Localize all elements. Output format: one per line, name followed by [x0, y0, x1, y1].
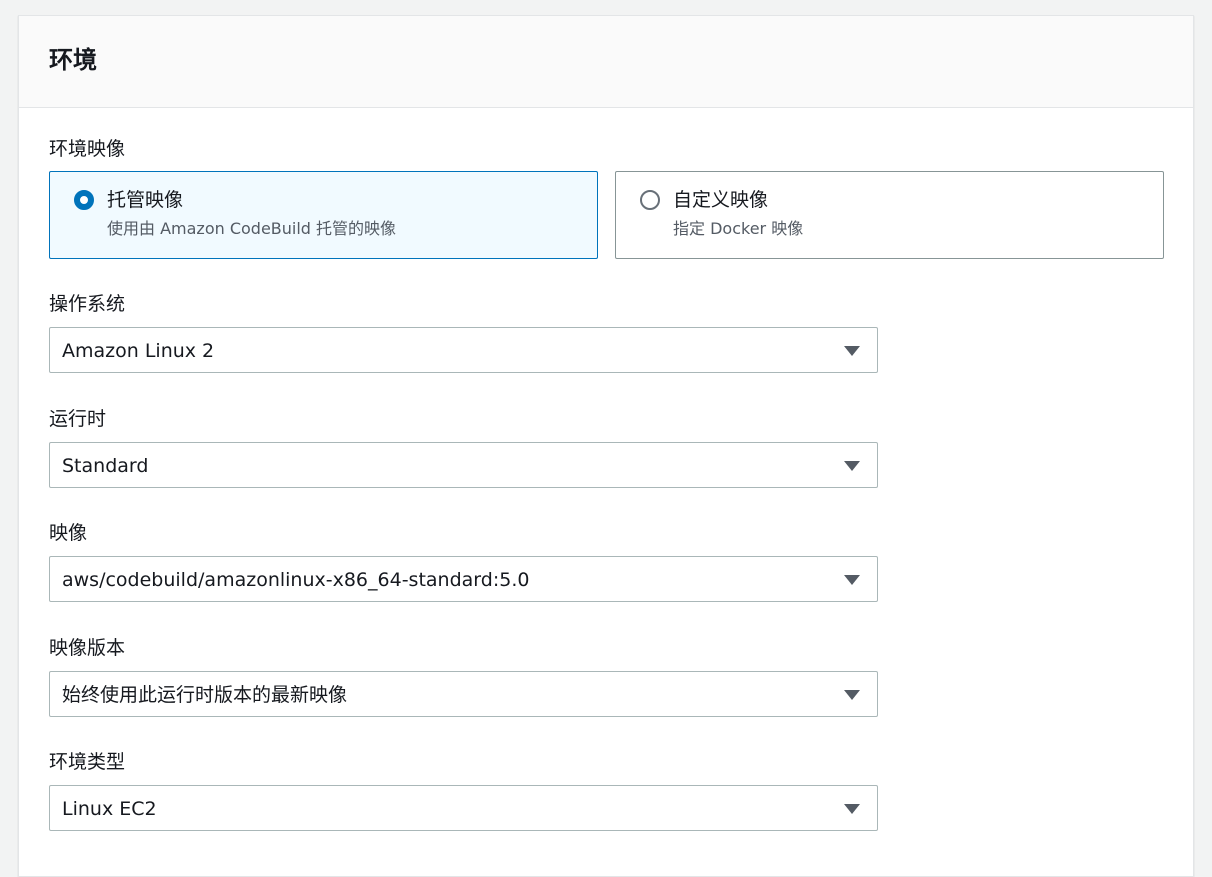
- radio-selected-icon[interactable]: [74, 190, 94, 210]
- caret-down-icon: [844, 461, 860, 471]
- os-select-value: Amazon Linux 2: [62, 340, 215, 362]
- os-select[interactable]: Amazon Linux 2: [49, 327, 878, 373]
- radio-unselected-icon[interactable]: [640, 190, 660, 210]
- image-version-label: 映像版本: [49, 637, 126, 659]
- image-select-value: aws/codebuild/amazonlinux-x86_64-standar…: [62, 569, 530, 591]
- runtime-label: 运行时: [49, 408, 107, 430]
- caret-down-icon: [844, 804, 860, 814]
- panel-title: 环境: [49, 46, 97, 74]
- image-source-label: 环境映像: [49, 138, 126, 160]
- caret-down-icon: [844, 346, 860, 356]
- custom-image-tile[interactable]: 自定义映像 指定 Docker 映像: [615, 171, 1164, 259]
- env-type-select-value: Linux EC2: [62, 798, 157, 820]
- panel-header: 环境: [19, 16, 1193, 108]
- env-type-select[interactable]: Linux EC2: [49, 785, 878, 831]
- custom-image-description: 指定 Docker 映像: [673, 219, 804, 238]
- image-version-select[interactable]: 始终使用此运行时版本的最新映像: [49, 671, 878, 717]
- runtime-select-value: Standard: [62, 455, 149, 477]
- managed-image-title: 托管映像: [107, 189, 184, 211]
- image-select[interactable]: aws/codebuild/amazonlinux-x86_64-standar…: [49, 556, 878, 602]
- managed-image-description: 使用由 Amazon CodeBuild 托管的映像: [107, 219, 397, 238]
- runtime-select[interactable]: Standard: [49, 442, 878, 488]
- custom-image-title: 自定义映像: [673, 189, 769, 211]
- caret-down-icon: [844, 690, 860, 700]
- environment-panel: 环境 环境映像 托管映像 使用由 Amazon CodeBuild 托管的映像 …: [18, 15, 1194, 877]
- env-type-label: 环境类型: [49, 751, 126, 773]
- os-label: 操作系统: [49, 293, 126, 315]
- image-version-select-value: 始终使用此运行时版本的最新映像: [62, 684, 348, 706]
- caret-down-icon: [844, 575, 860, 585]
- image-label: 映像: [49, 522, 88, 544]
- managed-image-tile[interactable]: 托管映像 使用由 Amazon CodeBuild 托管的映像: [49, 171, 598, 259]
